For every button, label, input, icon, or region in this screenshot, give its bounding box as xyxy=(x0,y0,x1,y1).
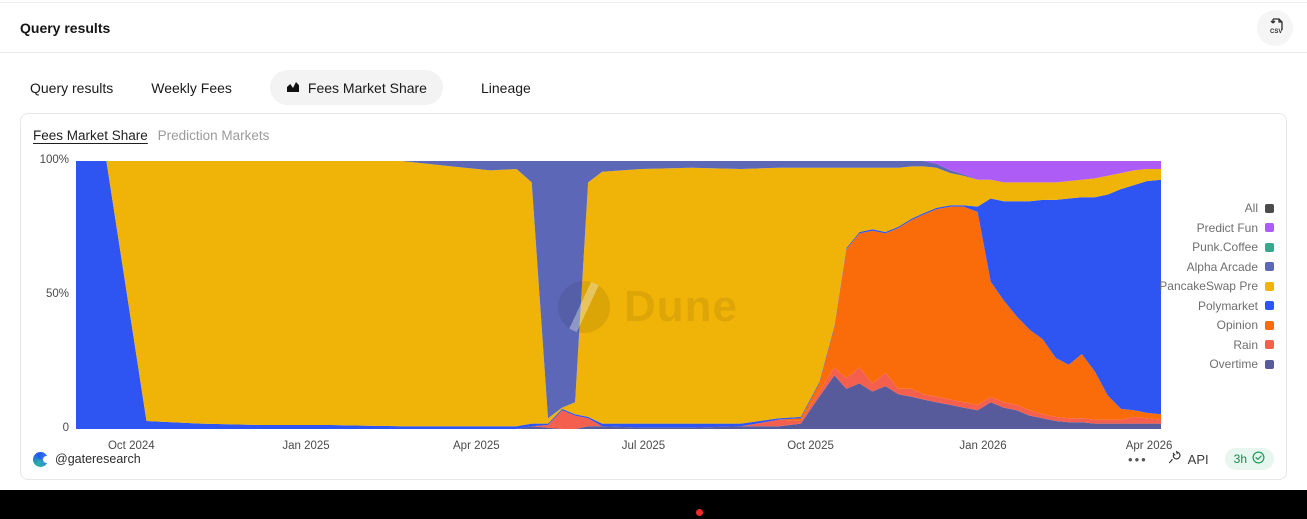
refresh-status-badge[interactable]: 3h xyxy=(1225,448,1274,470)
author-block: @gateresearch xyxy=(33,452,141,467)
plug-icon xyxy=(1168,450,1183,468)
author-link[interactable]: @gateresearch xyxy=(55,452,141,466)
legend-item-all[interactable]: All xyxy=(1159,202,1274,215)
svg-text:CSV: CSV xyxy=(1270,29,1282,35)
legend-label: Polymarket xyxy=(1198,300,1258,313)
results-header: Query results CSV xyxy=(0,3,1307,53)
legend-item-rain[interactable]: Rain xyxy=(1159,339,1274,352)
legend-item-pancakeswap-pre[interactable]: PancakeSwap Pre xyxy=(1159,280,1274,293)
legend-swatch xyxy=(1265,204,1274,213)
legend-swatch xyxy=(1265,282,1274,291)
legend-item-overtime[interactable]: Overtime xyxy=(1159,358,1274,371)
footer-actions: ••• API 3h xyxy=(1124,448,1274,470)
api-label: API xyxy=(1188,452,1209,467)
legend-swatch xyxy=(1265,340,1274,349)
recording-dot xyxy=(696,509,703,516)
app-window: Query results CSV Query results Weekly F… xyxy=(0,0,1307,490)
page-title: Query results xyxy=(20,20,110,36)
legend-swatch xyxy=(1265,223,1274,232)
y-axis-tick-50: 50% xyxy=(27,288,69,300)
stacked-area-chart[interactable]: Dune xyxy=(76,161,1161,429)
legend-swatch xyxy=(1265,243,1274,252)
chart-panel: Fees Market Share Prediction Markets 100… xyxy=(20,113,1287,480)
legend-swatch xyxy=(1265,262,1274,271)
legend-item-punk-coffee[interactable]: Punk.Coffee xyxy=(1159,241,1274,254)
y-axis-tick-0: 0 xyxy=(27,422,69,434)
chart-canvas[interactable] xyxy=(76,161,1161,429)
legend-label: Alpha Arcade xyxy=(1187,261,1258,274)
legend-label: All xyxy=(1245,202,1258,215)
y-axis-tick-100: 100% xyxy=(27,154,69,166)
tab-lineage[interactable]: Lineage xyxy=(481,71,531,105)
legend-item-alpha-arcade[interactable]: Alpha Arcade xyxy=(1159,261,1274,274)
chart-subtitle: Prediction Markets xyxy=(158,128,270,143)
legend-label: Punk.Coffee xyxy=(1192,241,1258,254)
tab-query-results[interactable]: Query results xyxy=(30,71,113,105)
chart-legend: All Predict Fun Punk.Coffee Alpha Arcade… xyxy=(1159,202,1274,371)
visualization-tabs: Query results Weekly Fees Fees Market Sh… xyxy=(30,70,531,105)
legend-swatch xyxy=(1265,360,1274,369)
chart-panel-header: Fees Market Share Prediction Markets xyxy=(33,128,269,143)
legend-label: Rain xyxy=(1233,339,1258,352)
csv-download-icon: CSV xyxy=(1265,16,1285,39)
tab-fees-market-share[interactable]: Fees Market Share xyxy=(270,70,443,105)
legend-label: Predict Fun xyxy=(1197,222,1258,235)
api-button[interactable]: API xyxy=(1168,450,1209,468)
tab-weekly-fees[interactable]: Weekly Fees xyxy=(151,71,232,105)
chart-panel-footer: @gateresearch ••• API 3h xyxy=(33,447,1274,471)
bottom-taskbar xyxy=(0,490,1307,519)
tab-label: Fees Market Share xyxy=(308,80,427,96)
legend-item-opinion[interactable]: Opinion xyxy=(1159,319,1274,332)
more-options-button[interactable]: ••• xyxy=(1124,450,1152,469)
legend-item-predict-fun[interactable]: Predict Fun xyxy=(1159,222,1274,235)
chart-title[interactable]: Fees Market Share xyxy=(33,128,148,143)
legend-item-polymarket[interactable]: Polymarket xyxy=(1159,300,1274,313)
legend-label: Overtime xyxy=(1209,358,1258,371)
export-csv-button[interactable]: CSV xyxy=(1257,10,1293,46)
legend-swatch xyxy=(1265,321,1274,330)
legend-label: Opinion xyxy=(1217,319,1258,332)
legend-label: PancakeSwap Pre xyxy=(1159,280,1258,293)
refresh-age: 3h xyxy=(1234,452,1247,466)
area-chart-icon xyxy=(286,79,300,96)
dune-logo xyxy=(33,452,48,467)
check-seal-icon xyxy=(1252,451,1265,467)
legend-swatch xyxy=(1265,301,1274,310)
